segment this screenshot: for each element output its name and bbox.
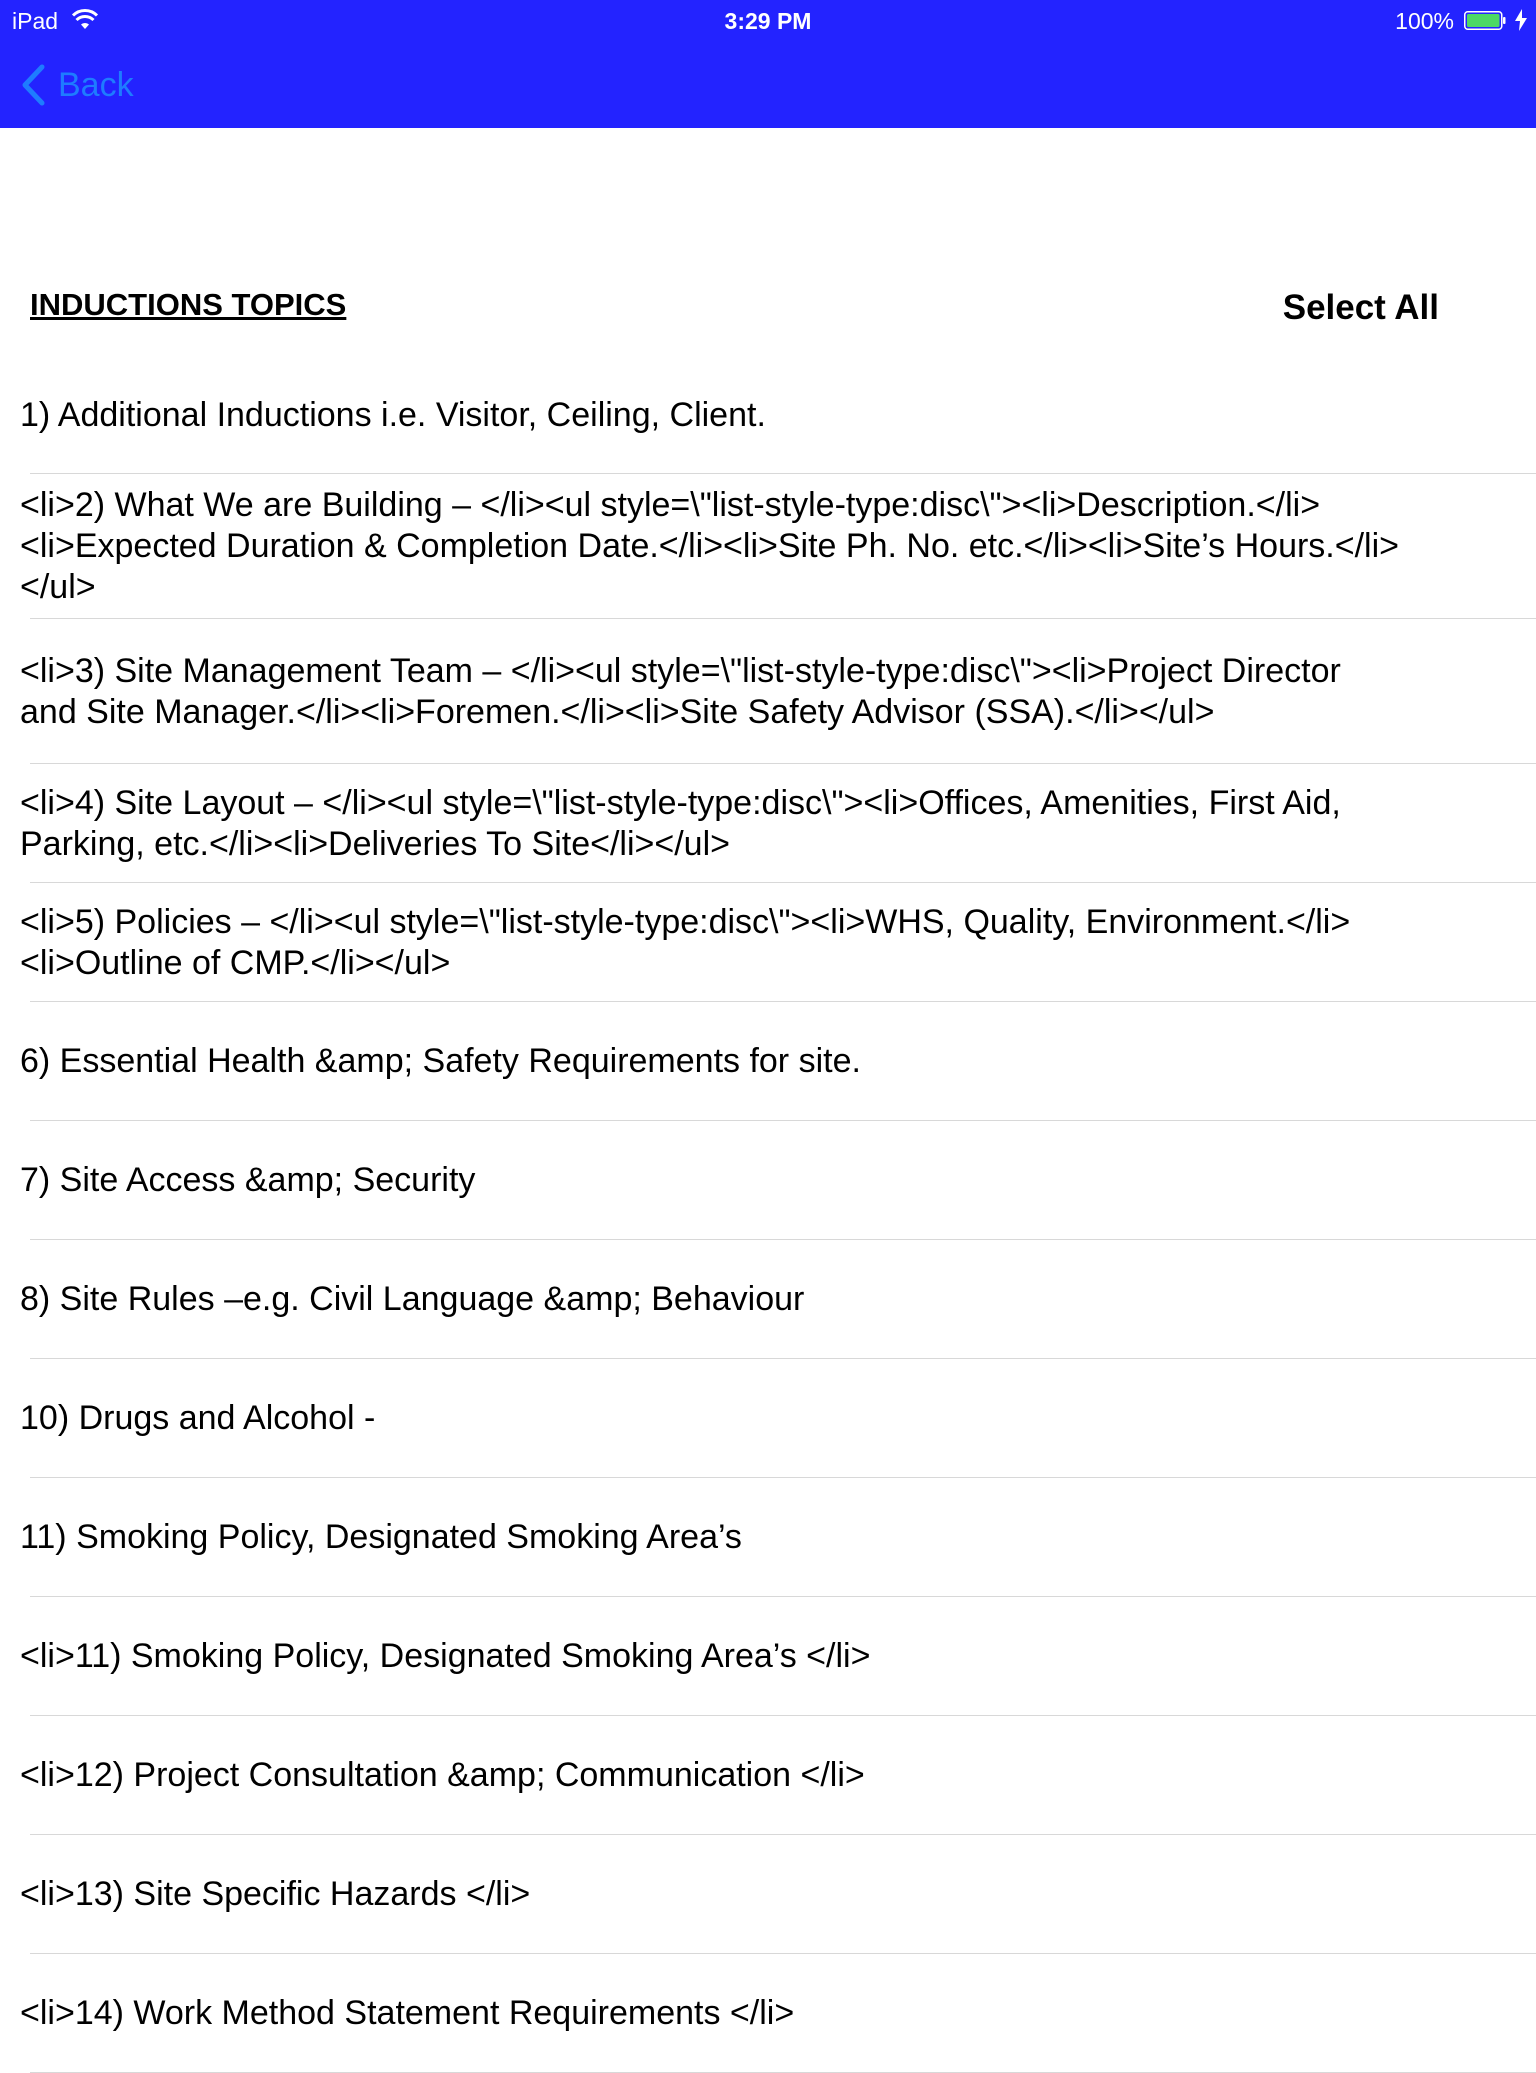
topic-row[interactable]: 11) Smoking Policy, Designated Smoking A… xyxy=(0,1478,1536,1597)
back-button[interactable]: Back xyxy=(20,62,134,108)
charging-bolt-icon xyxy=(1515,9,1527,31)
topic-text: <li>3) Site Management Team – </li><ul s… xyxy=(20,651,1341,731)
topic-row[interactable]: <li>4) Site Layout – </li><ul style=\"li… xyxy=(0,764,1536,883)
topic-row[interactable]: <li>12) Project Consultation &amp; Commu… xyxy=(0,1716,1536,1835)
battery-percentage: 100% xyxy=(1395,8,1454,34)
status-time: 3:29 PM xyxy=(724,8,812,34)
topic-text: 11) Smoking Policy, Designated Smoking A… xyxy=(20,1518,742,1556)
battery-icon xyxy=(1464,11,1506,30)
select-all-button[interactable]: Select All xyxy=(1283,288,1439,328)
topic-list: 1) Additional Inductions i.e. Visitor, C… xyxy=(0,356,1536,2073)
topic-text: <li>13) Site Specific Hazards </li> xyxy=(20,1875,531,1913)
topic-row[interactable]: 7) Site Access &amp; Security xyxy=(0,1121,1536,1240)
topic-row[interactable]: <li>3) Site Management Team – </li><ul s… xyxy=(0,619,1536,764)
topic-row[interactable]: 1) Additional Inductions i.e. Visitor, C… xyxy=(0,356,1536,474)
topic-row[interactable]: <li>11) Smoking Policy, Designated Smoki… xyxy=(0,1597,1536,1716)
topic-text: <li>12) Project Consultation &amp; Commu… xyxy=(20,1756,865,1794)
topic-text: 8) Site Rules –e.g. Civil Language &amp;… xyxy=(20,1280,805,1318)
topic-text: 10) Drugs and Alcohol - xyxy=(20,1399,376,1437)
topic-row[interactable]: <li>5) Policies – </li><ul style=\"list-… xyxy=(0,883,1536,1002)
topic-row[interactable]: 10) Drugs and Alcohol - xyxy=(0,1359,1536,1478)
topic-text: <li>11) Smoking Policy, Designated Smoki… xyxy=(20,1637,871,1675)
topic-row[interactable]: 8) Site Rules –e.g. Civil Language &amp;… xyxy=(0,1240,1536,1359)
navigation-bar: iPad 3:29 PM 100% Back xyxy=(0,0,1536,128)
topic-text: <li>4) Site Layout – </li><ul style=\"li… xyxy=(20,783,1341,863)
topic-row[interactable]: <li>2) What We are Building – </li><ul s… xyxy=(0,474,1536,619)
topic-text: <li>2) What We are Building – </li><ul s… xyxy=(20,486,1400,606)
back-label: Back xyxy=(58,66,134,104)
topic-row[interactable]: 6) Essential Health &amp; Safety Require… xyxy=(0,1002,1536,1121)
topic-text: 1) Additional Inductions i.e. Visitor, C… xyxy=(20,395,766,434)
topic-text: 6) Essential Health &amp; Safety Require… xyxy=(20,1042,861,1080)
topic-text: 7) Site Access &amp; Security xyxy=(20,1161,476,1199)
topic-text: <li>5) Policies – </li><ul style=\"list-… xyxy=(20,902,1351,982)
topic-text: <li>14) Work Method Statement Requiremen… xyxy=(20,1994,795,2032)
topic-row[interactable]: <li>13) Site Specific Hazards </li> xyxy=(0,1835,1536,1954)
chevron-left-icon xyxy=(22,64,45,106)
topic-row[interactable]: <li>14) Work Method Statement Requiremen… xyxy=(0,1954,1536,2073)
section-title: INDUCTIONS TOPICS xyxy=(30,287,347,322)
